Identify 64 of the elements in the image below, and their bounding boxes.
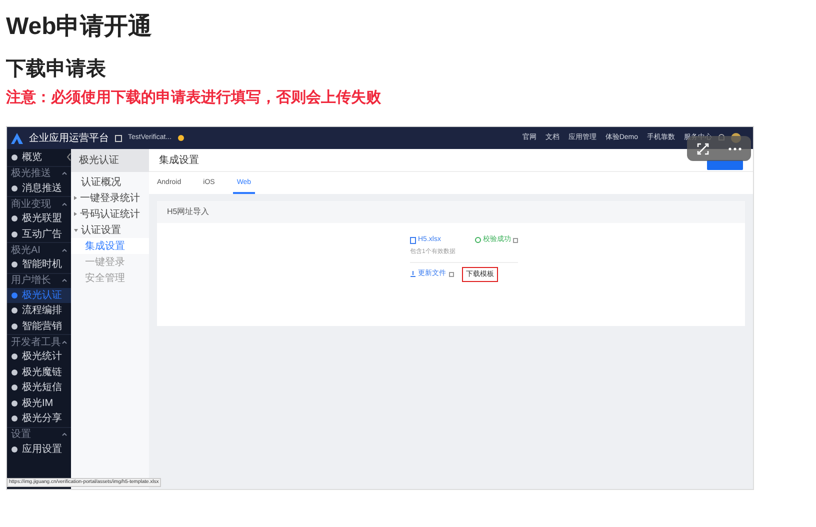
expand-icon[interactable]: [696, 142, 708, 154]
circle-icon: [11, 322, 18, 330]
sidebar-item[interactable]: 极光IM: [7, 396, 71, 411]
file-icon: [410, 236, 416, 244]
circle-icon: [11, 261, 18, 268]
circle-icon: [11, 184, 18, 192]
section-label: 商业变现: [11, 198, 51, 210]
subnav-item[interactable]: 集成设置: [71, 238, 149, 254]
sidebar-item[interactable]: 概览: [7, 150, 71, 166]
section-label: 极光AI: [11, 244, 40, 256]
circle-icon: [11, 230, 18, 238]
sidebar-item[interactable]: 极光联盟: [7, 211, 71, 226]
chevron-up-icon[interactable]: [62, 279, 67, 282]
chevron-up-icon[interactable]: [62, 172, 67, 175]
triangle-right-icon: [74, 212, 77, 216]
collapse-handle-icon[interactable]: [67, 153, 71, 161]
brand-name: 企业应用运营平台: [29, 132, 109, 146]
circle-icon: [11, 353, 18, 360]
circle-icon: [11, 415, 18, 422]
circle-icon: [11, 446, 18, 453]
chevron-up-icon[interactable]: [62, 248, 67, 252]
upload-icon: [410, 271, 416, 277]
grid-icon: [115, 134, 122, 142]
circle-icon: [11, 215, 18, 222]
sidebar-item[interactable]: 极光魔链: [7, 364, 71, 380]
subnav-item[interactable]: 一键登录统计: [71, 190, 149, 206]
sidebar-item[interactable]: 极光分享: [7, 411, 71, 426]
circle-icon: [11, 154, 18, 162]
chevron-up-icon[interactable]: [62, 433, 67, 436]
logo-icon: [11, 132, 23, 144]
check-circle-icon: [475, 237, 481, 244]
sidebar-item[interactable]: 极光统计: [7, 349, 71, 364]
section-label: 用户增长: [11, 275, 51, 286]
circle-icon: [11, 292, 18, 299]
triangle-right-icon: [74, 196, 77, 200]
sidebar-item[interactable]: 极光短信: [7, 380, 71, 396]
subnav-item[interactable]: 号码认证统计: [71, 206, 149, 222]
section-label: 开发者工具: [11, 336, 61, 348]
section-heading: 下载申请表: [6, 57, 107, 82]
page-title: Web申请开通: [6, 12, 154, 42]
section-label: 极光推送: [11, 168, 51, 179]
chevron-up-icon[interactable]: [62, 340, 67, 344]
circle-icon: [11, 400, 18, 407]
page-heading: 集成设置: [159, 154, 199, 168]
subnav-item[interactable]: 认证概况: [71, 174, 149, 190]
circle-icon: [11, 384, 18, 392]
card-title: H5网址导入: [157, 201, 745, 223]
warning-note: 注意：必须使用下载的申请表进行填写，否则会上传失败: [6, 88, 382, 108]
chevron-up-icon[interactable]: [62, 202, 67, 206]
more-icon[interactable]: [728, 146, 742, 150]
circle-icon: [11, 307, 18, 314]
sidebar-item[interactable]: 消息推送: [7, 180, 71, 196]
subnav-item[interactable]: 认证设置: [71, 222, 149, 238]
sidebar-item[interactable]: 智能时机: [7, 257, 71, 272]
sidebar-item[interactable]: 流程编排: [7, 303, 71, 318]
circle-icon: [11, 368, 18, 376]
sidebar-item[interactable]: 应用设置: [7, 442, 71, 457]
sidebar-item[interactable]: 极光认证: [7, 288, 71, 303]
section-label: 设置: [11, 429, 31, 440]
triangle-down-icon: [74, 228, 78, 232]
coin-icon: [178, 135, 184, 141]
subnav-title: 极光认证: [71, 149, 149, 172]
sidebar-item[interactable]: 智能营销: [7, 318, 71, 334]
sidebar-item[interactable]: 互动广告: [7, 226, 71, 242]
